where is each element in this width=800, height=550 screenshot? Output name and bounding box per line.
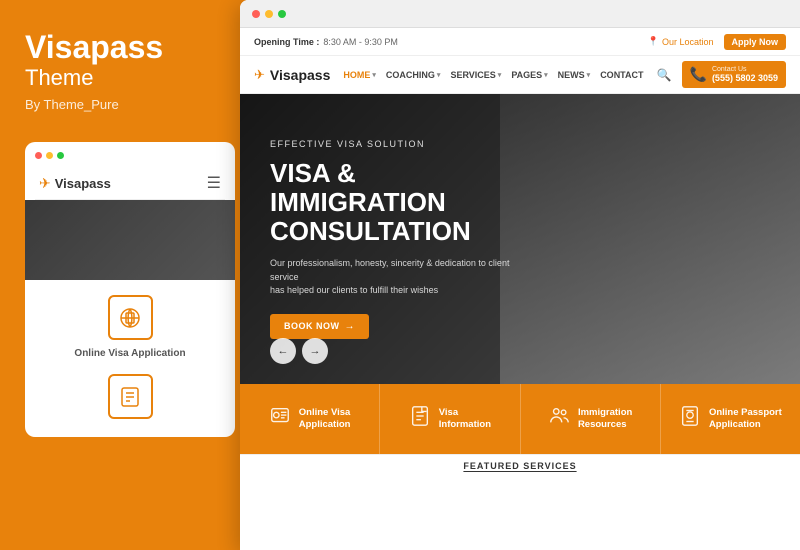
- feature-immigration[interactable]: ImmigrationResources: [521, 384, 661, 454]
- nav-contact-box: 📞 Contact Us (555) 5802 3059: [682, 61, 787, 88]
- hero-content: EFFECTIVE VISA SOLUTION VISA & IMMIGRATI…: [240, 139, 560, 338]
- document-icon: [409, 405, 431, 433]
- hero-cta: BOOK NOW →: [270, 314, 530, 339]
- opening-time-value: 8:30 AM - 9:30 PM: [323, 37, 398, 47]
- phone-icon: 📞: [690, 66, 707, 83]
- mobile-feature-label: Online Visa Application: [74, 348, 185, 359]
- site-topbar: Opening Time : 8:30 AM - 9:30 PM 📍 Our L…: [240, 28, 800, 56]
- next-arrow[interactable]: →: [302, 338, 328, 364]
- featured-services-text: FEATURED SERVICES: [463, 461, 576, 471]
- feature-passport[interactable]: Online PassportApplication: [661, 384, 800, 454]
- mobile-hero-image: [25, 200, 235, 280]
- plane-icon: ✈: [39, 175, 51, 192]
- contact-label: Contact Us: [712, 66, 778, 73]
- book-now-button[interactable]: BOOK NOW →: [270, 314, 369, 339]
- arrow-icon: →: [345, 321, 356, 332]
- hero-arrows: ← →: [270, 338, 328, 364]
- contact-phone: (555) 5802 3059: [712, 73, 778, 83]
- mobile-dots: [35, 152, 225, 159]
- site-hero: EFFECTIVE VISA SOLUTION VISA & IMMIGRATI…: [240, 94, 800, 384]
- mobile-feature-area: Online Visa Application: [35, 280, 225, 427]
- featured-services-bar: FEATURED SERVICES: [240, 454, 800, 476]
- nav-right: 🔍 📞 Contact Us (555) 5802 3059: [657, 61, 786, 88]
- hero-title-line2: CONSULTATION: [270, 216, 471, 246]
- hero-description: Our professionalism, honesty, sincerity …: [270, 257, 530, 298]
- mobile-logo: ✈ Visapass: [39, 175, 111, 192]
- search-icon[interactable]: 🔍: [657, 68, 672, 82]
- feature-text-immigration: ImmigrationResources: [578, 407, 632, 432]
- feature-online-visa[interactable]: Online VisaApplication: [240, 384, 380, 454]
- left-panel: Visapass Theme By Theme_Pure ✈ Visapass …: [0, 0, 248, 550]
- globe-icon: [269, 405, 291, 433]
- hero-title-line1: VISA & IMMIGRATION: [270, 158, 446, 217]
- brand-title: Visapass: [25, 30, 223, 65]
- mobile-icon-box2: [108, 374, 153, 419]
- book-now-label: BOOK NOW: [284, 321, 340, 331]
- feature-text-visa-info: VisaInformation: [439, 407, 491, 432]
- mobile-logo-text: Visapass: [55, 176, 111, 191]
- feature-label-visa-info: VisaInformation: [439, 407, 491, 432]
- nav-plane-icon: ✈: [254, 67, 265, 83]
- chrome-dot-green: [278, 10, 286, 18]
- feature-text-online-visa: Online VisaApplication: [299, 407, 351, 432]
- feature-visa-info[interactable]: VisaInformation: [380, 384, 520, 454]
- brand-by: By Theme_Pure: [25, 97, 223, 112]
- nav-news[interactable]: NEWS ▾: [558, 70, 591, 80]
- nav-contact-text: Contact Us (555) 5802 3059: [712, 66, 778, 83]
- hero-overlay: [25, 200, 235, 280]
- features-bar: Online VisaApplication VisaInformation: [240, 384, 800, 454]
- globe-document-icon: [118, 306, 142, 330]
- browser-mockup: Opening Time : 8:30 AM - 9:30 PM 📍 Our L…: [240, 0, 800, 550]
- visa-application-icon-box: [108, 295, 153, 340]
- apply-now-button[interactable]: Apply Now: [724, 34, 787, 50]
- passport-icon: [679, 405, 701, 433]
- location-item: 📍 Our Location: [648, 36, 714, 47]
- list-icon: [118, 385, 142, 409]
- nav-home[interactable]: HOME ▾: [343, 70, 376, 80]
- topbar-left: Opening Time : 8:30 AM - 9:30 PM: [254, 37, 398, 47]
- browser-chrome: [240, 0, 800, 28]
- feature-label-immigration: ImmigrationResources: [578, 407, 632, 432]
- dot-yellow: [46, 152, 53, 159]
- chrome-dot-red: [252, 10, 260, 18]
- people-icon: [548, 405, 570, 433]
- feature-text-passport: Online PassportApplication: [709, 407, 782, 432]
- nav-coaching[interactable]: COACHING ▾: [386, 70, 441, 80]
- nav-logo: ✈ Visapass: [254, 67, 330, 83]
- mobile-mockup: ✈ Visapass ☰ Online Visa Application: [25, 142, 235, 437]
- nav-pages[interactable]: PAGES ▾: [511, 70, 547, 80]
- location-pin-icon: 📍: [648, 36, 659, 47]
- prev-arrow[interactable]: ←: [270, 338, 296, 364]
- site-nav: ✈ Visapass HOME ▾ COACHING ▾ SERVICES ▾ …: [240, 56, 800, 94]
- feature-label-online-visa: Online VisaApplication: [299, 407, 351, 432]
- topbar-right: 📍 Our Location Apply Now: [648, 34, 786, 50]
- chrome-dot-yellow: [265, 10, 273, 18]
- dot-green: [57, 152, 64, 159]
- opening-time-label: Opening Time :: [254, 37, 319, 47]
- nav-contact[interactable]: CONTACT: [600, 70, 643, 80]
- mobile-nav: ✈ Visapass ☰: [35, 167, 225, 200]
- nav-links: HOME ▾ COACHING ▾ SERVICES ▾ PAGES ▾ NEW…: [343, 70, 643, 80]
- feature-label-passport: Online PassportApplication: [709, 407, 782, 432]
- nav-logo-text: Visapass: [270, 67, 330, 83]
- hamburger-icon[interactable]: ☰: [207, 173, 221, 193]
- brand-subtitle: Theme: [25, 65, 223, 91]
- hero-tagline: EFFECTIVE VISA SOLUTION: [270, 139, 530, 149]
- nav-services[interactable]: SERVICES ▾: [450, 70, 501, 80]
- location-text: Our Location: [662, 37, 714, 47]
- dot-red: [35, 152, 42, 159]
- hero-title: VISA & IMMIGRATION CONSULTATION: [270, 159, 530, 245]
